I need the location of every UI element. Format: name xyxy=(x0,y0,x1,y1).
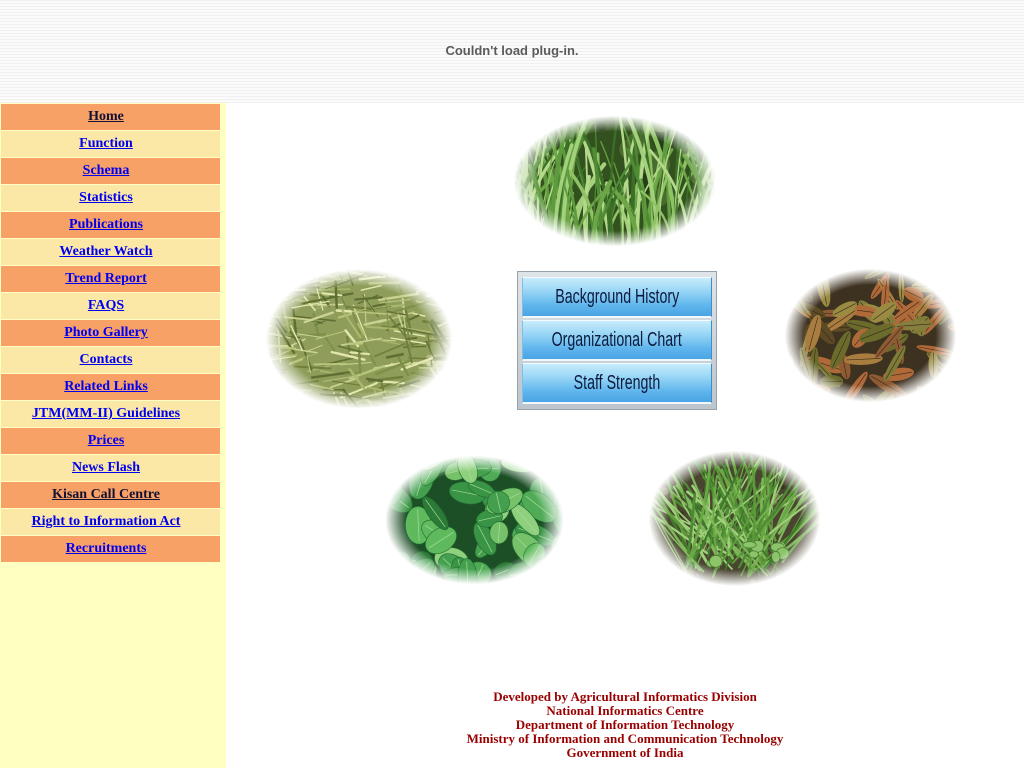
hay-stalk xyxy=(357,345,362,374)
soil-speck xyxy=(641,537,649,545)
leafy-herb-photo-frame xyxy=(373,450,576,590)
sidebar-link-schema[interactable]: Schema xyxy=(83,163,130,179)
sidebar-item-news-flash[interactable]: News Flash xyxy=(1,455,220,481)
hay-crop-photo-frame xyxy=(253,263,465,415)
soil-speck xyxy=(823,456,829,462)
sidebar-item-function[interactable]: Function xyxy=(1,131,220,157)
sidebar: Home Function Schema Statistics Publicat… xyxy=(0,103,226,768)
sidebar-link-jtm-guidelines[interactable]: JTM(MM-II) Guidelines xyxy=(32,406,180,422)
soil-speck xyxy=(784,573,792,581)
grass-field-photo xyxy=(500,110,730,252)
sidebar-link-weather-watch[interactable]: Weather Watch xyxy=(59,244,152,260)
hay-stalk xyxy=(456,410,465,414)
sidebar-item-weather-watch[interactable]: Weather Watch xyxy=(1,239,220,265)
plant-bulb xyxy=(748,550,759,559)
sidebar-item-right-to-information-act[interactable]: Right to Information Act xyxy=(1,509,220,535)
background-history-label: Background History xyxy=(555,285,679,308)
sidebar-link-function[interactable]: Function xyxy=(79,136,133,152)
soil-speck xyxy=(816,478,819,481)
sidebar-link-statistics[interactable]: Statistics xyxy=(79,190,133,206)
sidebar-item-related-links[interactable]: Related Links xyxy=(1,374,220,400)
footer-line: National Informatics Centre xyxy=(546,703,704,718)
grass-field-photo-frame xyxy=(500,110,730,252)
hay-stalk xyxy=(425,293,440,297)
brown-leaves-photo xyxy=(773,263,968,408)
sidebar-item-faqs[interactable]: FAQS xyxy=(1,293,220,319)
soil-speck xyxy=(709,445,718,453)
plugin-placeholder-banner: Couldn't load plug-in. xyxy=(0,0,1024,103)
brown-leaves-photo-frame xyxy=(773,263,968,408)
sidebar-link-recruitments[interactable]: Recruitments xyxy=(66,541,147,557)
hay-stalk xyxy=(260,263,280,266)
background-history-button[interactable]: Background History xyxy=(522,277,712,318)
sidebar-link-kisan-call-centre[interactable]: Kisan Call Centre xyxy=(52,487,160,503)
organizational-chart-label: Organizational Chart xyxy=(551,328,683,351)
sidebar-link-related-links[interactable]: Related Links xyxy=(64,379,148,395)
soil-speck xyxy=(650,578,655,583)
leafy-herb-photo xyxy=(373,450,576,590)
spiky-plant-photo-frame xyxy=(637,445,832,592)
soil-speck xyxy=(645,586,648,589)
soil-speck xyxy=(642,448,649,455)
hay-stalk xyxy=(428,283,465,287)
plant-bulb xyxy=(709,554,723,568)
soil-speck xyxy=(679,449,684,454)
sidebar-item-prices[interactable]: Prices xyxy=(1,428,220,454)
site-footer: Developed by Agricultural Informatics Di… xyxy=(226,690,1024,760)
sidebar-link-publications[interactable]: Publications xyxy=(69,217,143,233)
sidebar-item-schema[interactable]: Schema xyxy=(1,158,220,184)
grass-shadow xyxy=(596,122,606,132)
hay-stalk xyxy=(309,293,323,297)
hay-stalk xyxy=(313,362,347,366)
sidebar-link-faqs[interactable]: FAQS xyxy=(88,298,124,314)
footer-line: Department of Information Technology xyxy=(515,717,735,732)
soil-speck xyxy=(772,446,780,454)
sidebar-item-recruitments[interactable]: Recruitments xyxy=(1,536,220,562)
soil-speck xyxy=(655,574,663,582)
hay-stalk xyxy=(347,342,364,345)
footer-line: Ministry of Information and Communicatio… xyxy=(466,731,784,746)
sidebar-link-photo-gallery[interactable]: Photo Gallery xyxy=(64,325,148,341)
staff-strength-button[interactable]: Staff Strength xyxy=(522,363,712,404)
soil-speck xyxy=(764,450,772,457)
sidebar-link-news-flash[interactable]: News Flash xyxy=(72,460,140,476)
sidebar-item-kisan-call-centre[interactable]: Kisan Call Centre xyxy=(1,482,220,508)
plant-bulb xyxy=(742,541,757,549)
sidebar-link-prices[interactable]: Prices xyxy=(88,433,125,449)
organizational-chart-button[interactable]: Organizational Chart xyxy=(522,320,712,361)
footer-line: Government of India xyxy=(566,745,684,760)
soil-speck xyxy=(652,531,659,538)
hay-stalk xyxy=(418,263,435,265)
hay-stalk xyxy=(405,336,418,341)
spiky-plant-photo xyxy=(637,445,832,592)
sidebar-item-photo-gallery[interactable]: Photo Gallery xyxy=(1,320,220,346)
sidebar-link-trend-report[interactable]: Trend Report xyxy=(65,271,147,287)
footer-line: Developed by Agricultural Informatics Di… xyxy=(493,689,757,704)
sidebar-link-contacts[interactable]: Contacts xyxy=(80,352,133,368)
soil-speck xyxy=(787,447,792,452)
hay-stalk xyxy=(368,281,401,285)
sidebar-link-home[interactable]: Home xyxy=(88,109,124,125)
sidebar-item-publications[interactable]: Publications xyxy=(1,212,220,238)
sidebar-item-contacts[interactable]: Contacts xyxy=(1,347,220,373)
plugin-error-message: Couldn't load plug-in. xyxy=(445,43,579,58)
info-button-panel: Background History Organizational Chart … xyxy=(517,271,717,410)
main-content: Background History Organizational Chart … xyxy=(226,103,1024,768)
hay-stalk xyxy=(318,288,351,291)
sidebar-item-trend-report[interactable]: Trend Report xyxy=(1,266,220,292)
hay-crop-photo xyxy=(253,263,465,415)
hay-stalk xyxy=(382,339,396,342)
staff-strength-label: Staff Strength xyxy=(573,371,661,394)
soil-speck xyxy=(696,573,699,577)
hay-stalk xyxy=(463,324,465,344)
sidebar-link-right-to-information-act[interactable]: Right to Information Act xyxy=(32,514,181,530)
soil-speck xyxy=(803,579,811,588)
sidebar-menu: Home Function Schema Statistics Publicat… xyxy=(1,104,220,563)
soil-speck xyxy=(810,587,815,591)
plant-bulb xyxy=(771,550,781,563)
sidebar-item-home[interactable]: Home xyxy=(1,104,220,130)
soil-speck xyxy=(749,579,756,585)
sidebar-item-jtm-guidelines[interactable]: JTM(MM-II) Guidelines xyxy=(1,401,220,427)
sidebar-item-statistics[interactable]: Statistics xyxy=(1,185,220,211)
